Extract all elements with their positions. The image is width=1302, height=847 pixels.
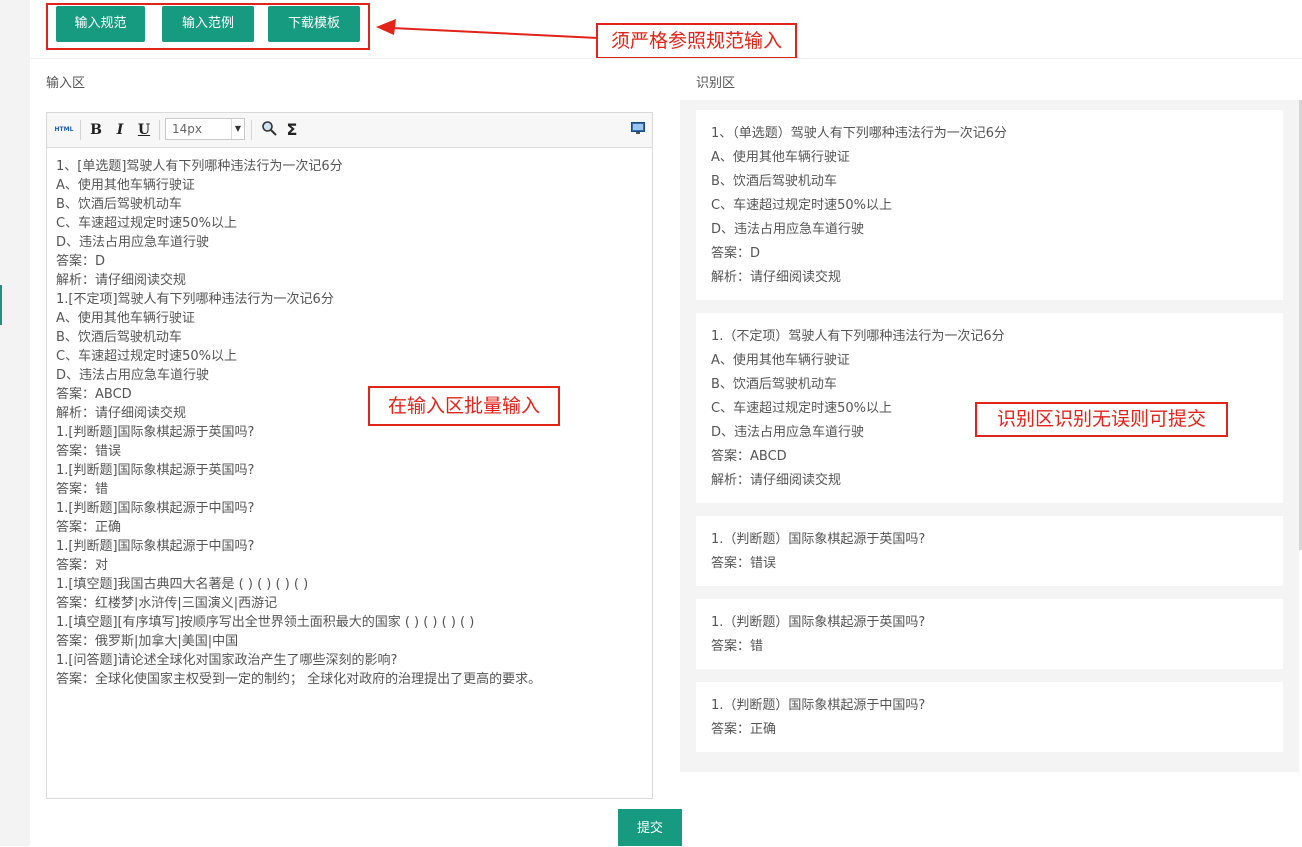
- editor-line: 答案：错误: [56, 444, 122, 459]
- search-replace-icon[interactable]: [259, 120, 279, 140]
- callout-arrow: [376, 19, 599, 39]
- editor-line: C、车速超过规定时速50%以上: [56, 216, 237, 231]
- callout-batch-input: 在输入区批量输入: [368, 386, 560, 426]
- header-divider: [30, 58, 1302, 59]
- editor-line: 解析：请仔细阅读交规: [56, 273, 187, 288]
- card-line: C、车速超过规定时速50%以上: [711, 198, 892, 213]
- bold-button[interactable]: B: [87, 120, 105, 140]
- card-line: 答案：ABCD: [711, 449, 787, 464]
- editor-line: 1、[单选题]驾驶人有下列哪种违法行为一次记6分: [56, 159, 343, 174]
- card-line: 解析：请仔细阅读交规: [711, 270, 842, 285]
- editor-line: 1.[不定项]驾驶人有下列哪种违法行为一次记6分: [56, 292, 334, 307]
- recognition-area-label: 识别区: [696, 76, 736, 91]
- editor-line: 答案：对: [56, 558, 109, 573]
- input-editor[interactable]: HTML B I U 14px ▼ Σ 1、[单选题]驾驶人有下列哪种违法行为一次…: [46, 112, 653, 799]
- editor-line: 答案：D: [56, 254, 106, 269]
- editor-line: 1.[判断题]国际象棋起源于英国吗?: [56, 463, 255, 478]
- card-line: 1.（判断题）国际象棋起源于英国吗?: [711, 615, 926, 630]
- underline-button[interactable]: U: [135, 120, 153, 140]
- italic-button[interactable]: I: [111, 120, 129, 140]
- editor-line: 1.[判断题]国际象棋起源于中国吗?: [56, 539, 255, 554]
- input-area-label: 输入区: [46, 76, 86, 91]
- editor-line: A、使用其他车辆行驶证: [56, 311, 195, 326]
- card-line: B、饮酒后驾驶机动车: [711, 377, 837, 392]
- callout-submit-if-correct: 识别区识别无误则可提交: [975, 402, 1228, 437]
- buttons-highlight-box: [46, 3, 370, 50]
- recognized-question-card: 1.（判断题）国际象棋起源于中国吗? 答案：正确: [696, 682, 1283, 752]
- editor-line: C、车速超过规定时速50%以上: [56, 349, 237, 364]
- recognized-question-card: 1.（判断题）国际象棋起源于英国吗? 答案：错误: [696, 516, 1283, 586]
- card-line: 1、（单选题）驾驶人有下列哪种违法行为一次记6分: [711, 126, 1008, 141]
- sidebar-active-marker: [0, 285, 2, 325]
- card-line: A、使用其他车辆行驶证: [711, 150, 850, 165]
- card-line: 答案：错: [711, 639, 764, 654]
- card-line: 1.（不定项）驾驶人有下列哪种违法行为一次记6分: [711, 329, 1005, 344]
- editor-line: A、使用其他车辆行驶证: [56, 178, 195, 193]
- editor-line: 答案：正确: [56, 520, 122, 535]
- recognized-question-card: 1.（判断题）国际象棋起源于英国吗? 答案：错: [696, 599, 1283, 669]
- submit-button[interactable]: 提交: [618, 809, 682, 846]
- editor-line: B、饮酒后驾驶机动车: [56, 330, 182, 345]
- card-line: D、违法占用应急车道行驶: [711, 222, 865, 237]
- toolbar-separator: [159, 120, 160, 140]
- recognized-question-card: 1、（单选题）驾驶人有下列哪种违法行为一次记6分 A、使用其他车辆行驶证 B、饮酒后…: [696, 110, 1283, 300]
- editor-line: 答案：俄罗斯|加拿大|美国|中国: [56, 634, 239, 649]
- editor-toolbar: HTML B I U 14px ▼ Σ: [47, 113, 652, 148]
- chevron-down-icon: ▼: [231, 119, 244, 139]
- editor-line: 1.[问答题]请论述全球化对国家政治产生了哪些深刻的影响?: [56, 653, 398, 668]
- editor-line: 1.[填空题]我国古典四大名著是 ( ) ( ) ( ) ( ): [56, 577, 309, 592]
- card-line: 1.（判断题）国际象棋起源于英国吗?: [711, 532, 926, 547]
- editor-line: 1.[填空题][有序填写]按顺序写出全世界领土面积最大的国家 ( ) ( ) (…: [56, 615, 475, 630]
- font-size-value: 14px: [172, 122, 202, 136]
- editor-line: D、违法占用应急车道行驶: [56, 368, 210, 383]
- fullscreen-monitor-icon[interactable]: [629, 120, 647, 140]
- card-line: 答案：正确: [711, 722, 777, 737]
- editor-line: 答案：错: [56, 482, 109, 497]
- toolbar-separator: [80, 120, 81, 140]
- editor-line: 答案：红楼梦|水浒传|三国演义|西游记: [56, 596, 278, 611]
- card-line: 答案：错误: [711, 556, 777, 571]
- editor-line: B、饮酒后驾驶机动车: [56, 197, 182, 212]
- formula-sigma-icon[interactable]: Σ: [282, 120, 302, 140]
- editor-line: 1.[判断题]国际象棋起源于中国吗?: [56, 501, 255, 516]
- card-line: 解析：请仔细阅读交规: [711, 473, 842, 488]
- editor-line: D、违法占用应急车道行驶: [56, 235, 210, 250]
- html-source-icon[interactable]: HTML: [53, 120, 75, 140]
- left-sidebar-rail: [0, 0, 30, 846]
- callout-strict-spec: 须严格参照规范输入: [596, 23, 797, 59]
- editor-line: 答案：全球化使国家主权受到一定的制约； 全球化对政府的治理提出了更高的要求。: [56, 672, 542, 687]
- toolbar-separator: [251, 120, 252, 140]
- card-line: 答案：D: [711, 246, 761, 261]
- font-size-select[interactable]: 14px ▼: [165, 118, 245, 140]
- card-line: A、使用其他车辆行驶证: [711, 353, 850, 368]
- card-line: 1.（判断题）国际象棋起源于中国吗?: [711, 698, 926, 713]
- card-line: B、饮酒后驾驶机动车: [711, 174, 837, 189]
